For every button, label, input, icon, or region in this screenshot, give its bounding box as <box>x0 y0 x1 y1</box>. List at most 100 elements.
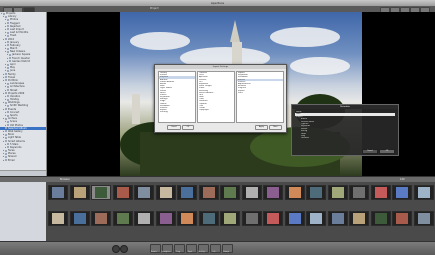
dialog-done-button[interactable]: Done <box>269 125 282 130</box>
thumbnail[interactable] <box>155 185 176 200</box>
thumbnail[interactable] <box>349 211 369 226</box>
dialog-right-list[interactable]: Import Keywords Metadata Effects Presets Adju… <box>236 71 284 123</box>
thumbnail-image <box>417 187 430 198</box>
thumbnail-image <box>374 213 387 224</box>
next-button[interactable] <box>120 245 128 253</box>
dialog-apply-button[interactable]: Apply <box>255 125 268 130</box>
thumbnail[interactable] <box>91 211 111 226</box>
folder-icon <box>5 136 7 139</box>
thumbnail[interactable] <box>220 185 240 200</box>
dialog-ok-button[interactable]: OK <box>182 125 194 130</box>
thumbnail[interactable] <box>69 211 90 226</box>
list-item[interactable]: Copyright <box>198 109 234 111</box>
folder-icon <box>7 28 9 31</box>
folder-icon <box>5 133 7 136</box>
thumbnail-image <box>116 187 129 198</box>
thumbnail-image <box>310 213 322 224</box>
thumbnail[interactable] <box>306 185 326 200</box>
thumbnail[interactable] <box>263 211 283 226</box>
thumbnail[interactable] <box>198 185 219 200</box>
thumbnail[interactable] <box>284 211 305 226</box>
thumbnail[interactable] <box>327 211 348 226</box>
sidebar-item[interactable]: ▸ Email <box>0 159 46 162</box>
list-item[interactable]: Printing <box>159 111 195 113</box>
thumbnail-image <box>288 213 301 224</box>
thumbnail[interactable] <box>413 211 434 226</box>
thumbnail[interactable] <box>284 185 305 200</box>
thumbnail[interactable] <box>349 185 369 200</box>
thumbnail-image <box>181 213 193 224</box>
dialog-title: Import Settings <box>155 65 286 69</box>
folder-icon <box>7 143 9 146</box>
thumbnail[interactable] <box>263 185 283 200</box>
folder-icon <box>7 44 9 47</box>
thumbnail[interactable] <box>370 211 391 226</box>
thumbnail-image <box>267 187 279 198</box>
thumbnail[interactable] <box>91 185 111 200</box>
thumbnail[interactable] <box>327 185 348 200</box>
thumbnail[interactable] <box>112 185 133 200</box>
thumbnail-image <box>73 213 86 224</box>
thumbnail-image <box>353 213 365 224</box>
thumbnail-image <box>73 187 86 198</box>
thumbnail-image <box>245 213 258 224</box>
hud-cancel-button[interactable]: Cancel <box>362 149 378 154</box>
folder-icon <box>5 127 7 130</box>
thumbnail-image <box>245 187 258 198</box>
thumbnail-image <box>224 187 236 198</box>
folder-icon <box>7 47 9 50</box>
thumbnail-image <box>116 213 129 224</box>
thumbnail[interactable] <box>177 211 197 226</box>
folder-icon <box>7 104 9 107</box>
thumbnail[interactable] <box>69 185 90 200</box>
hud-row[interactable]: Location <box>295 137 395 139</box>
import-settings-dialog: Import Settings Library Photos Projects Alb… <box>154 64 287 133</box>
thumbnail[interactable] <box>177 185 197 200</box>
photo-viewer: Import Settings Library Photos Projects Alb… <box>47 12 435 176</box>
thumbnail-image <box>95 213 107 224</box>
folder-icon <box>5 159 7 162</box>
hud-title: Metadata <box>292 105 398 109</box>
folder-icon <box>7 85 9 88</box>
thumbnail[interactable] <box>392 211 412 226</box>
thumbnail[interactable] <box>392 185 412 200</box>
thumbnail[interactable] <box>134 211 154 226</box>
folder-icon <box>5 76 7 79</box>
thumbnail-image <box>202 187 215 198</box>
folder-icon <box>7 34 9 37</box>
prev-button[interactable] <box>112 245 120 253</box>
thumbnail[interactable] <box>220 211 240 226</box>
folder-icon <box>7 41 9 44</box>
dialog-cancel-button[interactable]: Cancel <box>167 125 181 130</box>
thumbnail[interactable] <box>155 211 176 226</box>
hud-ok-button[interactable]: OK <box>379 149 395 154</box>
hud-list[interactable]: Name Date Project Album Version Name Caption K… <box>295 111 395 140</box>
dialog-middle-list[interactable]: Camera Lens Aperture Shutter ISO Exposure Foca… <box>197 71 235 123</box>
thumbnail-image <box>138 213 150 224</box>
thumbnail[interactable] <box>241 211 262 226</box>
folder-icon <box>7 146 9 149</box>
window-title: Aperture <box>210 1 225 5</box>
folder-icon <box>7 63 9 66</box>
folder-icon <box>5 155 7 158</box>
list-item[interactable]: Print <box>237 92 283 94</box>
folder-icon <box>5 108 7 111</box>
thumbnail[interactable] <box>413 185 434 200</box>
thumbnail-image <box>202 213 215 224</box>
thumbnail[interactable] <box>48 185 68 200</box>
thumbnail[interactable] <box>370 185 391 200</box>
thumbnail-image <box>159 187 172 198</box>
library-sidebar: ▸ Projects ▸ Library ▸ Photos ▸ Flagged ▸ Rejecte… <box>0 12 47 176</box>
thumbnail[interactable] <box>198 211 219 226</box>
thumbnail[interactable] <box>48 211 68 226</box>
thumbnail-image <box>331 213 344 224</box>
folder-icon <box>5 15 7 18</box>
thumbnail[interactable] <box>241 185 262 200</box>
folder-icon <box>7 98 9 101</box>
thumbnail-image <box>95 187 107 198</box>
thumbnail[interactable] <box>134 185 154 200</box>
thumbnail-image <box>159 213 172 224</box>
dialog-left-list[interactable]: Library Photos Projects Albums Smart Albums B… <box>158 71 196 123</box>
thumbnail[interactable] <box>112 211 133 226</box>
thumbnail[interactable] <box>306 211 326 226</box>
